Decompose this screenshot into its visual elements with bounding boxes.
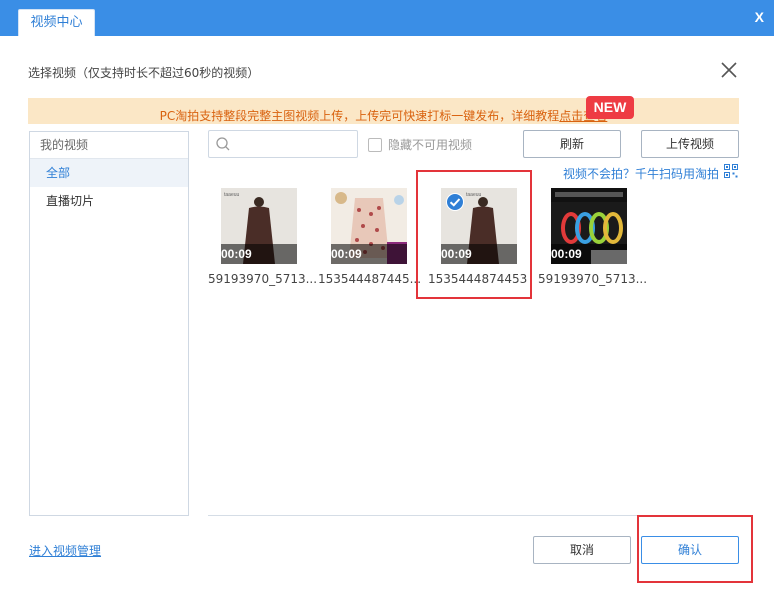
- video-thumbnail[interactable]: taaeuu 00:09: [221, 188, 297, 264]
- hide-unavailable-checkbox[interactable]: [368, 137, 382, 152]
- sidebar-item-live-clips[interactable]: 直播切片: [30, 187, 188, 215]
- cancel-button[interactable]: 取消: [533, 536, 631, 564]
- video-card[interactable]: taaeuu 00:09 59193970_5713...: [208, 188, 323, 286]
- video-duration: 00:09: [331, 244, 407, 264]
- search-input[interactable]: [235, 133, 353, 155]
- upload-video-button[interactable]: 上传视频: [641, 130, 739, 158]
- title-bar: 视频中心 X: [0, 0, 774, 36]
- video-name: 153544487445...: [318, 272, 422, 286]
- new-badge: NEW: [586, 96, 634, 119]
- sidebar: 我的视频 全部 直播切片: [29, 131, 189, 516]
- hide-unavailable-label: 隐藏不可用视频: [388, 138, 473, 152]
- refresh-button[interactable]: 刷新: [523, 130, 621, 158]
- notice-text: PC淘拍支持整段完整主图视频上传，上传完可快速打标一键发布，详细教程: [159, 109, 560, 123]
- video-management-link[interactable]: 进入视频管理: [29, 542, 101, 559]
- hide-unavailable-toggle[interactable]: 隐藏不可用视频: [368, 136, 472, 153]
- video-thumbnail[interactable]: 00:09: [551, 188, 627, 264]
- close-icon[interactable]: [719, 60, 739, 80]
- confirm-highlight-frame: [637, 515, 753, 583]
- video-name: 59193970_5713...: [538, 272, 648, 286]
- svg-text:taaeuu: taaeuu: [224, 192, 240, 198]
- video-name: 59193970_5713...: [208, 272, 318, 286]
- video-thumbnail[interactable]: 00:09: [331, 188, 407, 264]
- video-duration: 00:09: [551, 244, 627, 264]
- scan-qr-link[interactable]: 视频不会拍？千牛扫码用淘拍: [563, 165, 719, 182]
- sidebar-item-all[interactable]: 全部: [30, 159, 188, 187]
- tab-video-center[interactable]: 视频中心: [18, 9, 95, 36]
- dialog-subtitle: 选择视频（仅支持时长不超过60秒的视频）: [28, 66, 260, 80]
- selection-highlight-frame: [416, 170, 532, 299]
- search-box[interactable]: [208, 130, 358, 158]
- window-close-icon[interactable]: X: [755, 9, 764, 25]
- search-icon: [216, 137, 230, 151]
- video-duration: 00:09: [221, 244, 297, 264]
- qr-code-icon[interactable]: [724, 164, 738, 178]
- video-card[interactable]: 00:09 59193970_5713...: [538, 188, 653, 286]
- sidebar-header: 我的视频: [30, 132, 188, 159]
